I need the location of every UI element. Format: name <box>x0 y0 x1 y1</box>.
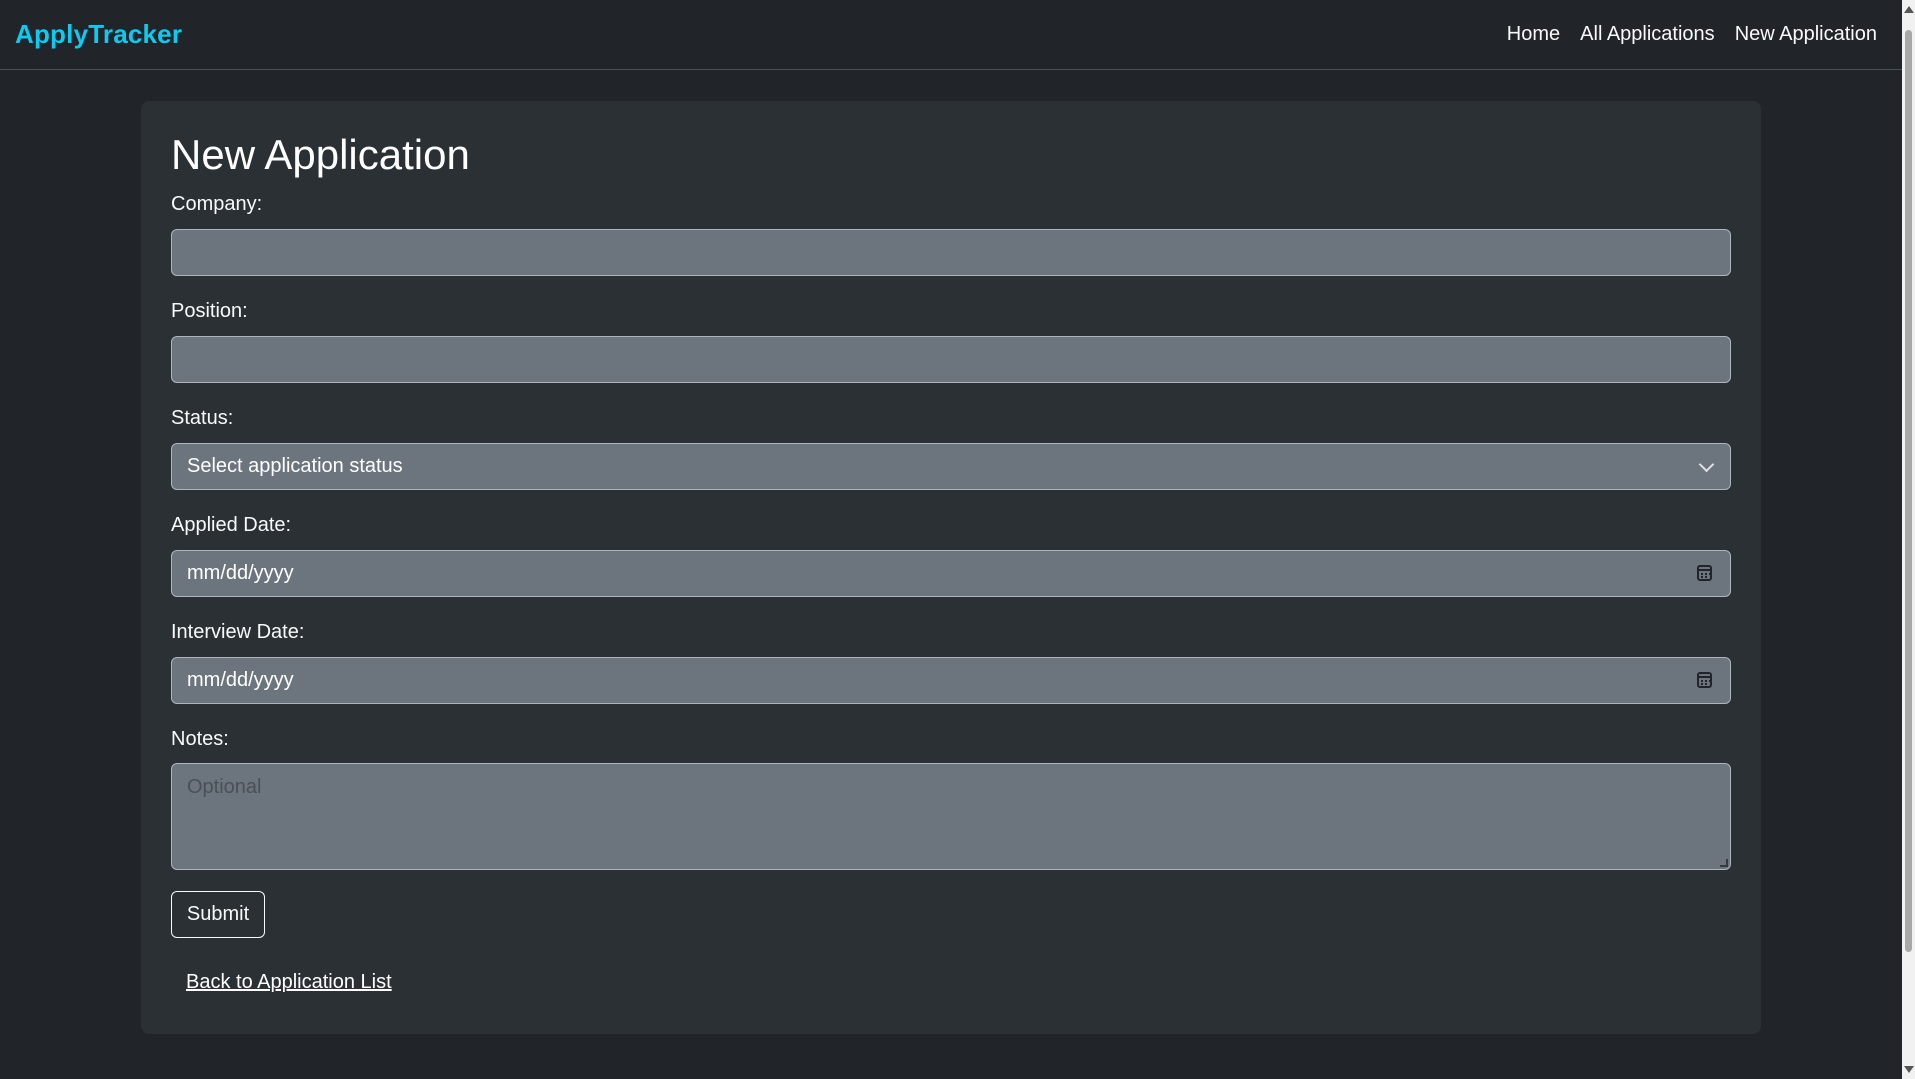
interview-date-placeholder: mm/dd/yyyy <box>187 669 294 691</box>
resize-handle-icon[interactable] <box>1720 859 1728 867</box>
nav-links: Home All Applications New Application <box>1507 23 1877 46</box>
chevron-down-icon <box>1698 456 1715 473</box>
position-input[interactable] <box>171 336 1731 383</box>
status-label: Status: <box>171 407 234 429</box>
company-label: Company: <box>171 193 263 215</box>
interview-date-input[interactable]: mm/dd/yyyy <box>171 657 1731 704</box>
nav-link-new-application[interactable]: New Application <box>1735 23 1877 46</box>
nav-link-all-applications[interactable]: All Applications <box>1580 23 1715 46</box>
page-title: New Application <box>171 131 470 178</box>
applied-date-label: Applied Date: <box>171 514 292 536</box>
form-card: New Application Company: Position: Statu… <box>141 101 1761 1034</box>
position-label: Position: <box>171 300 248 322</box>
brand-logo[interactable]: ApplyTracker <box>15 19 182 50</box>
scrollbar[interactable] <box>1902 0 1915 1079</box>
back-to-list-link[interactable]: Back to Application List <box>186 971 392 994</box>
notes-textarea[interactable]: Optional <box>171 763 1731 870</box>
scroll-up-arrow-icon[interactable] <box>1904 6 1914 13</box>
interview-date-label: Interview Date: <box>171 621 305 643</box>
notes-placeholder: Optional <box>187 776 262 798</box>
submit-button[interactable]: Submit <box>171 891 265 938</box>
calendar-icon[interactable] <box>1697 565 1712 581</box>
navbar: ApplyTracker Home All Applications New A… <box>0 0 1902 70</box>
company-input[interactable] <box>171 229 1731 276</box>
notes-label: Notes: <box>171 728 229 750</box>
scrollbar-thumb[interactable] <box>1905 30 1912 952</box>
status-selected-value: Select application status <box>187 455 403 477</box>
status-select[interactable]: Select application status <box>171 443 1731 490</box>
applied-date-placeholder: mm/dd/yyyy <box>187 562 294 584</box>
applied-date-input[interactable]: mm/dd/yyyy <box>171 550 1731 597</box>
nav-link-home[interactable]: Home <box>1507 23 1560 46</box>
scroll-down-arrow-icon[interactable] <box>1904 1066 1914 1073</box>
calendar-icon[interactable] <box>1697 672 1712 688</box>
